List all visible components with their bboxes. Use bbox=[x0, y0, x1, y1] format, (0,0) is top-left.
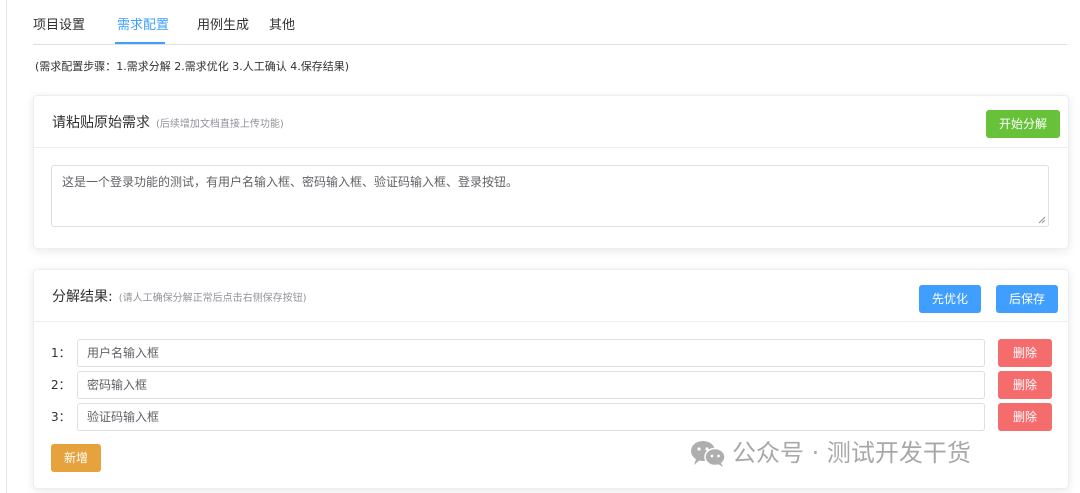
tab-requirement-config[interactable]: 需求配置 bbox=[117, 0, 169, 44]
watermark: 公众号 · 测试开发干货 bbox=[690, 437, 971, 469]
start-decompose-button[interactable]: 开始分解 bbox=[985, 110, 1060, 138]
result-item-input[interactable]: 验证码输入框 bbox=[77, 403, 985, 431]
resize-handle-icon[interactable] bbox=[1038, 216, 1046, 224]
delete-button[interactable]: 删除 bbox=[998, 403, 1053, 431]
delete-button[interactable]: 删除 bbox=[998, 371, 1053, 399]
row-index: 3： bbox=[51, 410, 71, 424]
row-index: 1： bbox=[51, 346, 71, 360]
steps-description: (需求配置步骤：1.需求分解 2.需求优化 3.人工确认 4.保存结果) bbox=[35, 60, 350, 73]
wechat-icon bbox=[691, 441, 726, 467]
tab-case-generation[interactable]: 用例生成 bbox=[197, 0, 249, 44]
result-card-header: 分解结果: (请人工确保分解正常后点击右侧保存按钮) 先优化 后保存 bbox=[34, 270, 1068, 322]
active-tab-indicator bbox=[115, 42, 165, 44]
result-card-title-text: 分解结果: bbox=[52, 289, 113, 305]
paste-card-hint: (后续增加文档直接上传功能) bbox=[156, 119, 284, 130]
result-row: 2： 密码输入框 删除 bbox=[34, 371, 1068, 399]
paste-requirement-card: 请粘贴原始需求 (后续增加文档直接上传功能) 开始分解 这是一个登录功能的测试，有… bbox=[33, 95, 1069, 249]
result-row: 3： 验证码输入框 删除 bbox=[34, 403, 1068, 431]
watermark-text: 公众号 · 测试开发干货 bbox=[732, 439, 971, 467]
row-index: 2： bbox=[51, 378, 71, 392]
add-item-button[interactable]: 新增 bbox=[51, 444, 102, 472]
paste-card-title: 请粘贴原始需求 (后续增加文档直接上传功能) bbox=[52, 96, 284, 151]
result-card-hint: (请人工确保分解正常后点击右侧保存按钮) bbox=[118, 293, 307, 304]
requirement-textarea-value: 这是一个登录功能的测试，有用户名输入框、密码输入框、验证码输入框、登录按钮。 bbox=[62, 175, 519, 189]
requirement-textarea[interactable]: 这是一个登录功能的测试，有用户名输入框、密码输入框、验证码输入框、登录按钮。 bbox=[51, 165, 1049, 227]
result-card-title: 分解结果: (请人工确保分解正常后点击右侧保存按钮) bbox=[52, 270, 307, 325]
optimize-button[interactable]: 先优化 bbox=[919, 285, 982, 313]
result-row: 1： 用户名输入框 删除 bbox=[34, 339, 1068, 367]
result-item-input[interactable]: 用户名输入框 bbox=[77, 339, 985, 367]
left-border bbox=[6, 0, 7, 493]
save-button[interactable]: 后保存 bbox=[996, 285, 1059, 313]
tab-bar: 项目设置 需求配置 用例生成 其他 bbox=[33, 0, 1067, 45]
paste-card-title-text: 请粘贴原始需求 bbox=[52, 115, 150, 131]
tab-project-settings[interactable]: 项目设置 bbox=[33, 0, 85, 44]
result-item-input[interactable]: 密码输入框 bbox=[77, 371, 985, 399]
paste-card-header: 请粘贴原始需求 (后续增加文档直接上传功能) 开始分解 bbox=[34, 96, 1068, 148]
tab-other[interactable]: 其他 bbox=[269, 0, 295, 44]
delete-button[interactable]: 删除 bbox=[998, 339, 1053, 367]
